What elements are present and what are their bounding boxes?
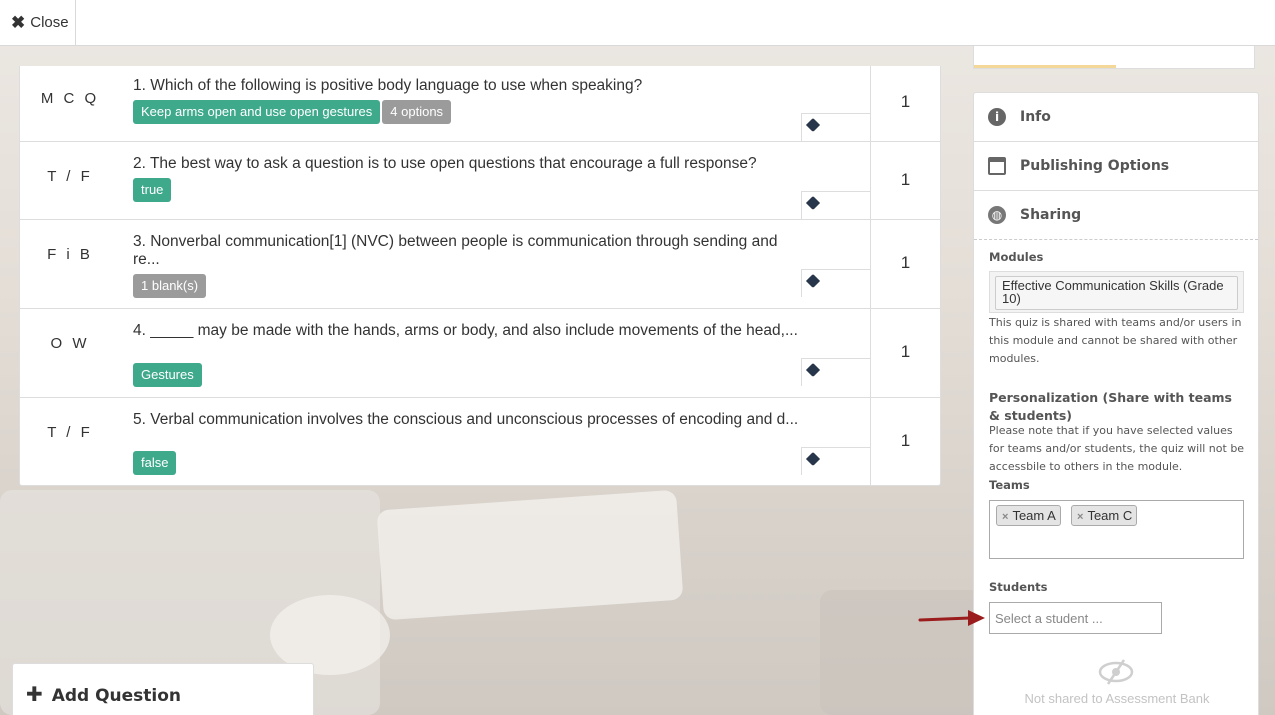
close-button[interactable]: ✖ Close [0,0,76,45]
tag-icon [805,451,821,467]
question-row[interactable]: T / F 5. Verbal communication involves t… [20,398,940,486]
team-chip[interactable]: × Team C [1071,505,1138,526]
teams-label: Teams [989,478,1030,492]
tag-field[interactable] [801,447,871,475]
tab-info[interactable]: i Info [974,93,1258,142]
question-text[interactable]: 4. _____ may be made with the hands, arm… [133,322,803,340]
question-type: M C Q [40,90,100,107]
question-tags: Gestures [133,363,202,387]
answer-tag: Keep arms open and use open gestures [133,100,381,124]
remove-icon[interactable]: × [1002,511,1008,523]
question-tags: Keep arms open and use open gestures 4 o… [133,100,452,124]
student-select-input[interactable] [989,602,1162,634]
question-tags: true [133,178,172,202]
tab-accent [974,65,1116,68]
students-label: Students [989,580,1048,594]
tag-field[interactable] [801,358,871,386]
question-points: 1 [870,142,940,220]
modules-field: Effective Communication Skills (Grade 10… [989,271,1244,313]
close-icon: ✖ [11,12,26,32]
tab-publishing-options[interactable]: Publishing Options [974,142,1258,191]
tab-publishing-label: Publishing Options [1020,158,1170,174]
top-bar: ✖ Close [0,0,1275,46]
info-icon: i [988,108,1006,126]
tab-sharing[interactable]: ◍ Sharing [974,191,1258,240]
question-row[interactable]: F i B 3. Nonverbal communication[1] (NVC… [20,220,940,309]
modules-label: Modules [989,250,1044,264]
teams-select[interactable]: × Team A × Team C [989,500,1244,559]
question-points: 1 [870,398,940,486]
options-count-tag: 4 options [382,100,452,124]
tag-icon [805,362,821,378]
eye-slash-icon [1098,659,1134,685]
question-row[interactable]: O W 4. _____ may be made with the hands,… [20,309,940,398]
question-row[interactable]: M C Q 1. Which of the following is posit… [20,66,940,142]
question-text[interactable]: 5. Verbal communication involves the con… [133,411,803,429]
answer-tag: false [133,451,177,475]
tag-icon [805,117,821,133]
remove-icon[interactable]: × [1077,511,1083,523]
tag-icon [805,273,821,289]
question-type: F i B [47,246,93,263]
questions-table: M C Q 1. Which of the following is posit… [19,66,941,486]
tab-info-label: Info [1020,109,1051,125]
answer-tag: Gestures [133,363,202,387]
question-type: T / F [47,168,93,185]
question-type: T / F [47,424,93,441]
panel-header-tab [973,46,1255,69]
calendar-icon [988,157,1006,175]
settings-panel: i Info Publishing Options ◍ Sharing Modu… [973,92,1259,715]
question-text[interactable]: 1. Which of the following is positive bo… [133,77,803,95]
module-chip: Effective Communication Skills (Grade 10… [995,276,1238,310]
tab-sharing-label: Sharing [1020,207,1082,223]
question-tags: 1 blank(s) [133,274,207,298]
team-chip-label: Team A [1012,508,1056,523]
add-question-button[interactable]: ✚ Add Question [12,663,314,715]
question-text[interactable]: 2. The best way to ask a question is to … [133,155,803,173]
modules-help-text: This quiz is shared with teams and/or us… [989,316,1242,365]
tag-field[interactable] [801,191,871,219]
question-tags: false [133,451,177,475]
tag-icon [805,195,821,211]
background-shape [376,489,684,621]
question-text[interactable]: 3. Nonverbal communication[1] (NVC) betw… [133,233,803,269]
answer-tag: true [133,178,172,202]
team-chip-label: Team C [1087,508,1133,523]
question-points: 1 [870,220,940,309]
blanks-tag: 1 blank(s) [133,274,207,298]
not-shared-status: Not shared to Assessment Bank [1024,691,1210,706]
question-type: O W [50,335,90,352]
globe-icon: ◍ [988,206,1006,224]
question-points: 1 [870,66,940,142]
personalization-title: Personalization (Share with teams & stud… [989,390,1232,423]
tag-field[interactable] [801,269,871,297]
question-row[interactable]: T / F 2. The best way to ask a question … [20,142,940,220]
tag-field[interactable] [801,113,871,141]
question-points: 1 [870,309,940,398]
close-label: Close [30,14,69,31]
personalization-help-text: Please note that if you have selected va… [989,424,1245,473]
red-arrow-annotation [918,610,985,626]
plus-icon: ✚ [26,682,43,706]
team-chip[interactable]: × Team A [996,505,1061,526]
add-question-label: Add Question [51,686,182,706]
